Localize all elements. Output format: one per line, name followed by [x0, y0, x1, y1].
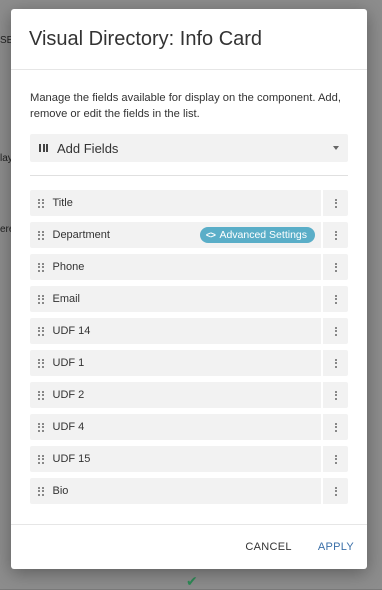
drag-handle-icon[interactable] — [38, 198, 44, 208]
row-menu-button[interactable] — [323, 350, 348, 376]
drag-handle-icon[interactable] — [38, 294, 44, 304]
field-label: UDF 14 — [52, 325, 91, 337]
info-card-dialog: Visual Directory: Info Card Manage the f… — [11, 9, 367, 569]
field-list: Title Department <> Advanced Settings Ph… — [30, 190, 348, 504]
field-label: UDF 1 — [52, 357, 85, 369]
field-item[interactable]: UDF 15 — [30, 446, 321, 472]
field-item[interactable]: UDF 14 — [30, 318, 321, 344]
field-row-title[interactable]: Title — [30, 190, 348, 216]
column-bars-icon — [39, 144, 48, 152]
field-label: Email — [52, 293, 81, 305]
drag-handle-icon[interactable] — [38, 326, 44, 336]
field-row-department[interactable]: Department <> Advanced Settings — [30, 222, 348, 248]
dialog-footer: CANCEL APPLY — [11, 524, 367, 569]
drag-handle-icon[interactable] — [38, 262, 44, 272]
field-row-phone[interactable]: Phone — [30, 254, 348, 280]
drag-handle-icon[interactable] — [38, 358, 44, 368]
field-row-udf-15[interactable]: UDF 15 — [30, 446, 348, 472]
row-menu-button[interactable] — [323, 190, 348, 216]
add-fields-label: Add Fields — [57, 140, 119, 156]
field-row-udf-2[interactable]: UDF 2 — [30, 382, 348, 408]
field-label: UDF 15 — [52, 453, 91, 465]
field-row-email[interactable]: Email — [30, 286, 348, 312]
drag-handle-icon[interactable] — [38, 486, 44, 496]
add-fields-dropdown[interactable]: Add Fields — [30, 134, 348, 162]
row-menu-button[interactable] — [323, 382, 348, 408]
field-label: Department — [52, 229, 110, 241]
row-menu-button[interactable] — [323, 414, 348, 440]
field-item[interactable]: UDF 4 — [30, 414, 321, 440]
field-label: Bio — [52, 485, 69, 497]
field-item[interactable]: Department <> Advanced Settings — [30, 222, 321, 248]
row-menu-button[interactable] — [323, 446, 348, 472]
dialog-title: Visual Directory: Info Card — [29, 27, 263, 50]
field-row-udf-1[interactable]: UDF 1 — [30, 350, 348, 376]
row-menu-button[interactable] — [323, 318, 348, 344]
row-menu-button[interactable] — [323, 478, 348, 504]
advanced-settings-badge[interactable]: <> Advanced Settings — [199, 227, 315, 243]
drag-handle-icon[interactable] — [38, 422, 44, 432]
badge-label: Advanced Settings — [219, 229, 307, 241]
drag-handle-icon[interactable] — [38, 230, 44, 240]
field-label: UDF 4 — [52, 421, 85, 433]
row-menu-button[interactable] — [323, 254, 348, 280]
field-label: Phone — [52, 261, 85, 273]
field-item[interactable]: Bio — [30, 478, 321, 504]
field-item[interactable]: Title — [30, 190, 321, 216]
code-brackets-icon: <> — [205, 230, 216, 240]
drag-handle-icon[interactable] — [38, 390, 44, 400]
dialog-description: Manage the fields available for display … — [30, 92, 341, 120]
row-menu-button[interactable] — [323, 286, 348, 312]
field-item[interactable]: Phone — [30, 254, 321, 280]
field-label: UDF 2 — [52, 389, 85, 401]
dialog-header: Visual Directory: Info Card — [11, 9, 367, 70]
checkmark-icon: ✔ — [186, 573, 198, 589]
cancel-button[interactable]: CANCEL — [245, 541, 291, 553]
apply-button[interactable]: APPLY — [318, 541, 354, 553]
field-item[interactable]: Email — [30, 286, 321, 312]
field-item[interactable]: UDF 1 — [30, 350, 321, 376]
dialog-body: Manage the fields available for display … — [11, 70, 367, 504]
field-row-udf-4[interactable]: UDF 4 — [30, 414, 348, 440]
caret-down-icon — [333, 146, 339, 150]
divider — [30, 175, 348, 176]
field-label: Title — [52, 197, 73, 209]
field-item[interactable]: UDF 2 — [30, 382, 321, 408]
field-row-bio[interactable]: Bio — [30, 478, 348, 504]
field-row-udf-14[interactable]: UDF 14 — [30, 318, 348, 344]
row-menu-button[interactable] — [323, 222, 348, 248]
drag-handle-icon[interactable] — [38, 454, 44, 464]
